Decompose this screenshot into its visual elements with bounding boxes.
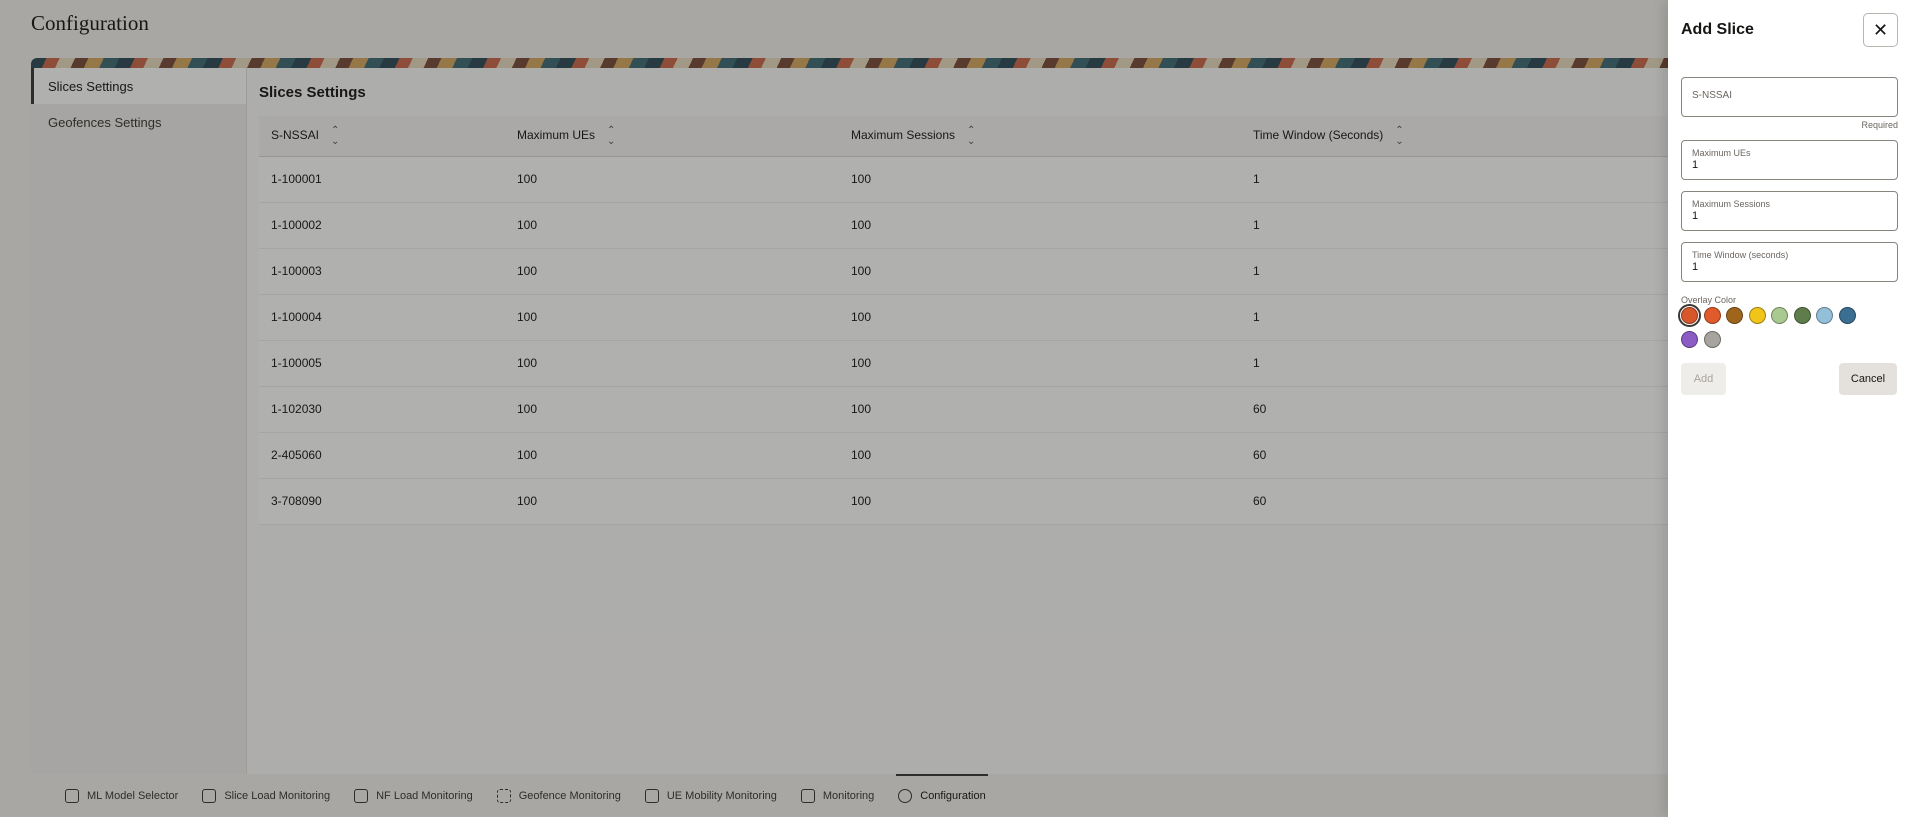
snssai-field[interactable]: S-NSSAI xyxy=(1681,77,1898,117)
color-swatch[interactable] xyxy=(1703,307,1721,324)
color-swatch[interactable] xyxy=(1793,307,1811,324)
time-window-label: Time Window (seconds) xyxy=(1692,250,1789,260)
close-icon: ✕ xyxy=(1872,19,1889,40)
maximum-sessions-field[interactable]: Maximum Sessions 1 xyxy=(1681,191,1898,231)
add-slice-drawer: Add Slice ✕ S-NSSAI Required Maximum UEs… xyxy=(1668,0,1915,817)
drawer-title: Add Slice xyxy=(1681,21,1754,38)
snssai-placeholder: S-NSSAI xyxy=(1692,90,1733,101)
required-hint: Required xyxy=(1861,120,1898,130)
color-swatch[interactable] xyxy=(1816,307,1833,324)
color-swatch[interactable] xyxy=(1726,307,1743,324)
maximum-ues-label: Maximum UEs xyxy=(1692,148,1751,158)
maximum-ues-field[interactable]: Maximum UEs 1 xyxy=(1681,140,1898,180)
modal-scrim[interactable] xyxy=(0,0,1915,817)
color-swatch[interactable] xyxy=(1681,331,1698,348)
time-window-field[interactable]: Time Window (seconds) 1 xyxy=(1681,242,1898,282)
color-swatch[interactable] xyxy=(1838,307,1856,324)
maximum-ues-value: 1 xyxy=(1692,159,1699,171)
color-swatch[interactable] xyxy=(1678,304,1701,327)
maximum-sessions-label: Maximum Sessions xyxy=(1692,199,1771,209)
maximum-sessions-value: 1 xyxy=(1692,210,1699,222)
close-button[interactable]: ✕ xyxy=(1863,13,1898,47)
color-swatch[interactable] xyxy=(1771,307,1788,324)
add-button[interactable]: Add xyxy=(1681,363,1726,395)
color-swatch[interactable] xyxy=(1703,331,1721,348)
cancel-button[interactable]: Cancel xyxy=(1839,363,1897,395)
overlay-color-label: Overlay Color xyxy=(1681,295,1737,305)
color-swatch[interactable] xyxy=(1748,307,1766,324)
overlay-color-swatches xyxy=(1678,304,1881,355)
time-window-value: 1 xyxy=(1692,261,1699,273)
